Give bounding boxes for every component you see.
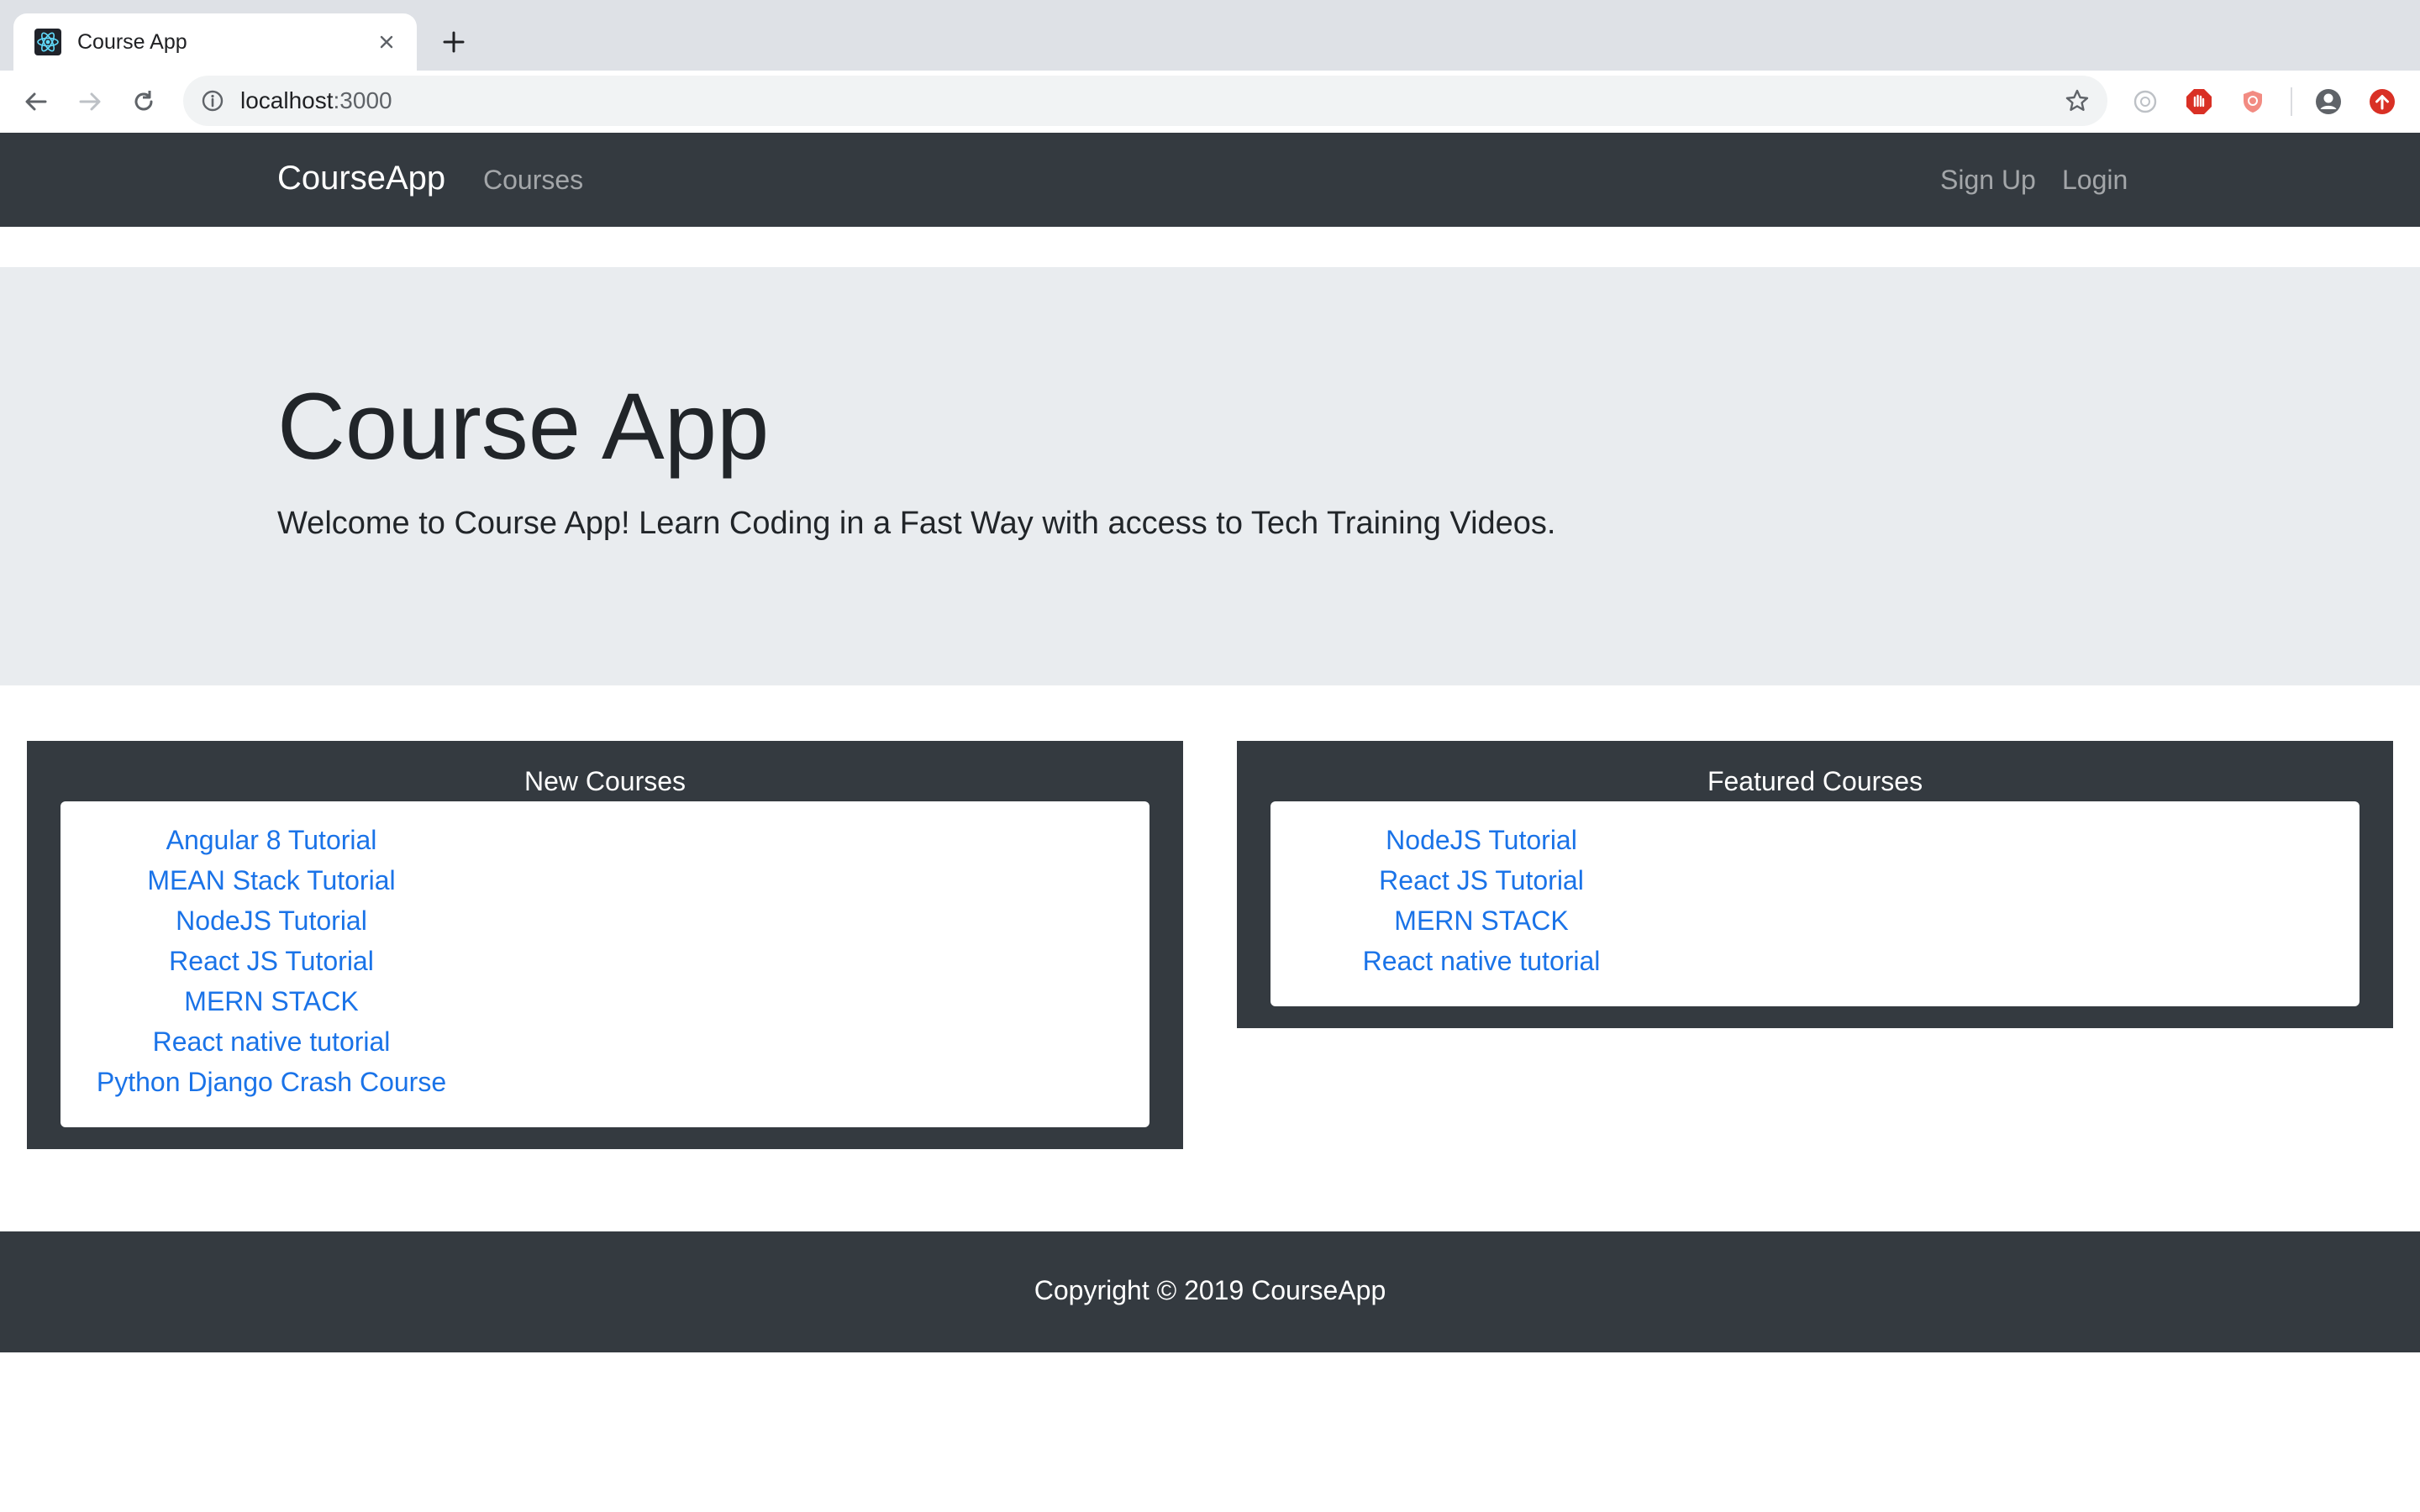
course-link[interactable]: MEAN Stack Tutorial (60, 860, 482, 900)
new-courses-body: Angular 8 Tutorial MEAN Stack Tutorial N… (60, 801, 1150, 1127)
course-link[interactable]: NodeJS Tutorial (1270, 820, 1692, 860)
course-link[interactable]: MERN STACK (1270, 900, 1692, 941)
course-link[interactable]: NodeJS Tutorial (60, 900, 482, 941)
update-icon[interactable] (2366, 86, 2398, 118)
navbar: CourseApp Courses Sign Up Login (0, 133, 2420, 227)
browser-toolbar: localhost:3000 (0, 71, 2420, 134)
url-host: localhost (240, 87, 334, 113)
reload-icon[interactable] (128, 86, 160, 118)
url-port: :3000 (333, 87, 392, 113)
react-icon (34, 28, 62, 56)
new-courses-list: Angular 8 Tutorial MEAN Stack Tutorial N… (60, 820, 482, 1102)
browser-tab[interactable]: Course App (13, 13, 417, 71)
course-link[interactable]: Angular 8 Tutorial (60, 820, 482, 860)
jumbotron-lead: Welcome to Course App! Learn Coding in a… (277, 506, 1556, 541)
jumbotron: Course App Welcome to Course App! Learn … (0, 267, 2420, 685)
shield-icon[interactable] (2237, 86, 2269, 118)
course-link[interactable]: React JS Tutorial (1270, 860, 1692, 900)
new-courses-card: New Courses Angular 8 Tutorial MEAN Stac… (27, 741, 1183, 1149)
plus-icon[interactable] (437, 25, 471, 59)
extension-circle-icon[interactable] (2129, 86, 2161, 118)
close-icon[interactable] (373, 29, 400, 55)
featured-courses-body: NodeJS Tutorial React JS Tutorial MERN S… (1270, 801, 2360, 1006)
new-courses-header: New Courses (523, 766, 687, 796)
featured-courses-list: NodeJS Tutorial React JS Tutorial MERN S… (1270, 820, 1692, 981)
footer: Copyright © 2019 CourseApp (0, 1231, 2420, 1352)
info-icon[interactable] (198, 87, 227, 115)
tab-title: Course App (77, 29, 187, 54)
course-link[interactable]: React native tutorial (60, 1021, 482, 1062)
nav-link-sign-up[interactable]: Sign Up (1940, 165, 2036, 196)
featured-courses-card: Featured Courses NodeJS Tutorial React J… (1237, 741, 2393, 1028)
url-text: localhost:3000 (240, 87, 392, 114)
course-link[interactable]: React JS Tutorial (60, 941, 482, 981)
forward-arrow-icon[interactable] (74, 86, 106, 118)
address-bar[interactable]: localhost:3000 (183, 76, 2107, 126)
course-link[interactable]: React native tutorial (1270, 941, 1692, 981)
navbar-brand[interactable]: CourseApp (277, 160, 445, 197)
page-title: Course App (277, 374, 770, 479)
back-arrow-icon[interactable] (20, 86, 52, 118)
nav-link-login[interactable]: Login (2062, 165, 2128, 196)
course-link[interactable]: MERN STACK (60, 981, 482, 1021)
nav-link-courses[interactable]: Courses (483, 165, 583, 196)
toolbar-divider (2291, 87, 2292, 116)
browser-tabstrip: Course App (0, 0, 2420, 71)
bookmark-star-icon[interactable] (2062, 86, 2092, 116)
adblock-icon[interactable] (2183, 86, 2215, 118)
featured-courses-header: Featured Courses (1707, 766, 1923, 796)
course-link[interactable]: Python Django Crash Course (60, 1062, 482, 1102)
profile-icon[interactable] (2312, 86, 2344, 118)
footer-copyright: Copyright © 2019 CourseApp (1034, 1275, 1386, 1305)
